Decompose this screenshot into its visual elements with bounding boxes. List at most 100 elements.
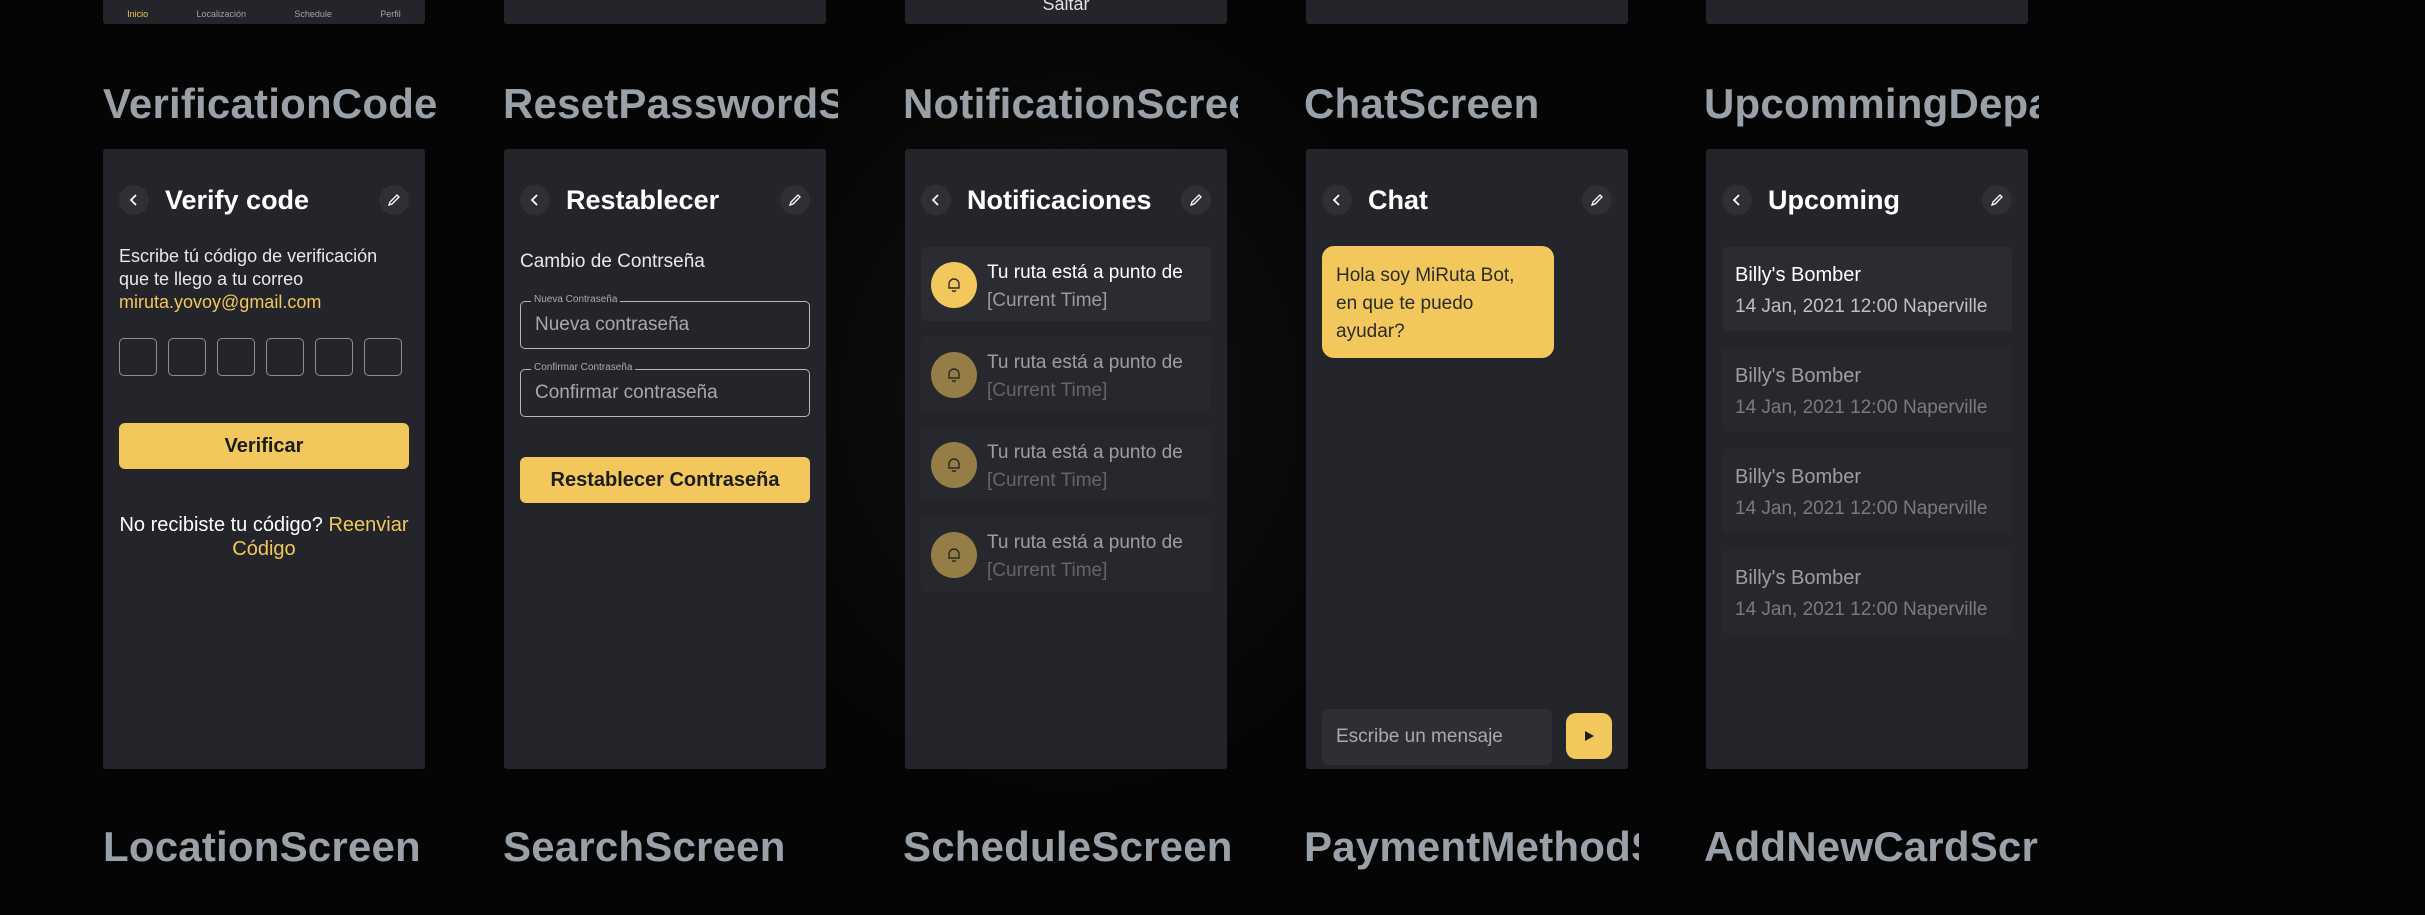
title-search: SearchScreen	[503, 823, 786, 870]
bell-icon	[931, 442, 977, 488]
verify-email: miruta.yovoy@gmail.com	[119, 292, 322, 312]
stub-2	[504, 0, 826, 24]
play-send-icon	[1585, 731, 1594, 741]
notification-message: Tu ruta está a punto de	[987, 532, 1183, 553]
verify-desc-text: Escribe tú código de verificación que te…	[119, 246, 378, 289]
departure-item[interactable]: Billy's Bomber 14 Jan, 2021 12:00 Naperv…	[1722, 449, 2012, 533]
stub-home-nav: Inicio Localización Schedule Perfil	[103, 0, 425, 24]
notification-text: Tu ruta está a punto de [Current Time]	[987, 349, 1183, 405]
upcoming-frame: Upcoming Billy's Bomber 14 Jan, 2021 12:…	[1706, 149, 2028, 769]
bottom-nav: Inicio Localización Schedule Perfil	[103, 9, 425, 19]
notification-title: Notificaciones	[967, 184, 1152, 215]
chevron-left-icon[interactable]	[119, 185, 149, 215]
send-button[interactable]	[1566, 713, 1612, 759]
code-digit-1[interactable]	[119, 338, 157, 376]
departure-name: Billy's Bomber	[1735, 264, 1862, 286]
chat-header: Chat	[1322, 185, 1612, 215]
title-payment: PaymentMethodScreen	[1304, 823, 1639, 870]
notification-text: Tu ruta está a punto de [Current Time]	[987, 439, 1183, 495]
notification-item[interactable]: Tu ruta está a punto de [Current Time]	[921, 337, 1211, 411]
notification-header: Notificaciones	[921, 185, 1211, 215]
resend-prefix: No recibiste tu código?	[119, 514, 329, 536]
title-addcard: AddNewCardScreen	[1704, 823, 2039, 870]
chevron-left-icon[interactable]	[520, 185, 550, 215]
chat-title: Chat	[1368, 184, 1428, 215]
verify-description: Escribe tú código de verificación que te…	[119, 245, 411, 314]
resend-text: No recibiste tu código? Reenviar Código	[113, 513, 415, 561]
verify-button[interactable]: Verificar	[119, 423, 409, 469]
reset-header: Restablecer	[520, 185, 810, 215]
confirm-password-label: Confirmar Contraseña	[531, 362, 636, 373]
reset-title: Restablecer	[566, 184, 720, 215]
notification-time: [Current Time]	[987, 380, 1108, 401]
nav-perfil[interactable]: Perfil	[380, 9, 401, 19]
code-digit-6[interactable]	[364, 338, 402, 376]
notification-item[interactable]: Tu ruta está a punto de [Current Time]	[921, 517, 1211, 591]
bell-icon	[931, 532, 977, 578]
notification-time: [Current Time]	[987, 290, 1108, 311]
title-verification: VerificationCodeScreen	[103, 80, 438, 127]
chevron-left-icon[interactable]	[921, 185, 951, 215]
title-notification: NotificationScreen	[903, 80, 1238, 127]
notification-item[interactable]: Tu ruta está a punto de [Current Time]	[921, 427, 1211, 501]
pencil-icon[interactable]	[379, 185, 409, 215]
title-schedule: ScheduleScreen	[903, 823, 1233, 870]
title-upcoming: UpcommingDepartures	[1704, 80, 2039, 127]
code-digit-5[interactable]	[315, 338, 353, 376]
code-inputs	[119, 338, 402, 376]
message-input[interactable]	[1322, 709, 1552, 765]
departure-item[interactable]: Billy's Bomber 14 Jan, 2021 12:00 Naperv…	[1722, 550, 2012, 634]
confirm-password-field[interactable]: Confirmar Contraseña	[520, 362, 810, 417]
chevron-left-icon[interactable]	[1722, 185, 1752, 215]
stub-4	[1306, 0, 1628, 24]
reset-frame: Restablecer Cambio de Contrseña Nueva Co…	[504, 149, 826, 769]
verify-header: Verify code	[119, 185, 409, 215]
departure-name: Billy's Bomber	[1735, 365, 1862, 387]
notification-item[interactable]: Tu ruta está a punto de [Current Time]	[921, 247, 1211, 321]
bell-icon	[931, 352, 977, 398]
departure-name: Billy's Bomber	[1735, 466, 1862, 488]
skip-label[interactable]: Saltar	[905, 0, 1227, 15]
departure-name: Billy's Bomber	[1735, 567, 1862, 589]
notification-message: Tu ruta está a punto de	[987, 262, 1183, 283]
stub-skip: Saltar	[905, 0, 1227, 24]
notification-text: Tu ruta está a punto de [Current Time]	[987, 529, 1183, 585]
bell-icon	[931, 262, 977, 308]
upcoming-title: Upcoming	[1768, 184, 1900, 215]
upcoming-header: Upcoming	[1722, 185, 2012, 215]
nav-localizacion[interactable]: Localización	[197, 9, 247, 19]
new-password-field[interactable]: Nueva Contraseña	[520, 294, 810, 349]
confirm-password-input[interactable]	[533, 381, 782, 405]
title-reset: ResetPasswordScreen	[503, 80, 838, 127]
new-password-input[interactable]	[533, 313, 782, 337]
code-digit-2[interactable]	[168, 338, 206, 376]
title-location: LocationScreen	[103, 823, 421, 870]
departure-meta: 14 Jan, 2021 12:00 Naperville	[1735, 599, 1988, 620]
chat-frame: Chat Hola soy MiRuta Bot, en que te pued…	[1306, 149, 1628, 769]
notification-message: Tu ruta está a punto de	[987, 442, 1183, 463]
chevron-left-icon[interactable]	[1322, 185, 1352, 215]
verify-title: Verify code	[165, 184, 310, 215]
pencil-icon[interactable]	[1982, 185, 2012, 215]
reset-password-button[interactable]: Restablecer Contraseña	[520, 457, 810, 503]
notification-time: [Current Time]	[987, 560, 1108, 581]
pencil-icon[interactable]	[780, 185, 810, 215]
pencil-icon[interactable]	[1582, 185, 1612, 215]
departure-meta: 14 Jan, 2021 12:00 Naperville	[1735, 397, 1988, 418]
notification-frame: Notificaciones Tu ruta está a punto de […	[905, 149, 1227, 769]
verify-frame: Verify code Escribe tú código de verific…	[103, 149, 425, 769]
notification-message: Tu ruta está a punto de	[987, 352, 1183, 373]
stub-5	[1706, 0, 2028, 24]
nav-inicio[interactable]: Inicio	[127, 9, 148, 19]
departure-item[interactable]: Billy's Bomber 14 Jan, 2021 12:00 Naperv…	[1722, 247, 2012, 331]
bot-message-bubble: Hola soy MiRuta Bot, en que te puedo ayu…	[1322, 246, 1554, 358]
departure-item[interactable]: Billy's Bomber 14 Jan, 2021 12:00 Naperv…	[1722, 348, 2012, 432]
code-digit-4[interactable]	[266, 338, 304, 376]
code-digit-3[interactable]	[217, 338, 255, 376]
nav-schedule[interactable]: Schedule	[294, 9, 332, 19]
notification-time: [Current Time]	[987, 470, 1108, 491]
title-chat: ChatScreen	[1304, 80, 1540, 127]
departure-meta: 14 Jan, 2021 12:00 Naperville	[1735, 296, 1988, 317]
pencil-icon[interactable]	[1181, 185, 1211, 215]
new-password-label: Nueva Contraseña	[531, 294, 621, 305]
